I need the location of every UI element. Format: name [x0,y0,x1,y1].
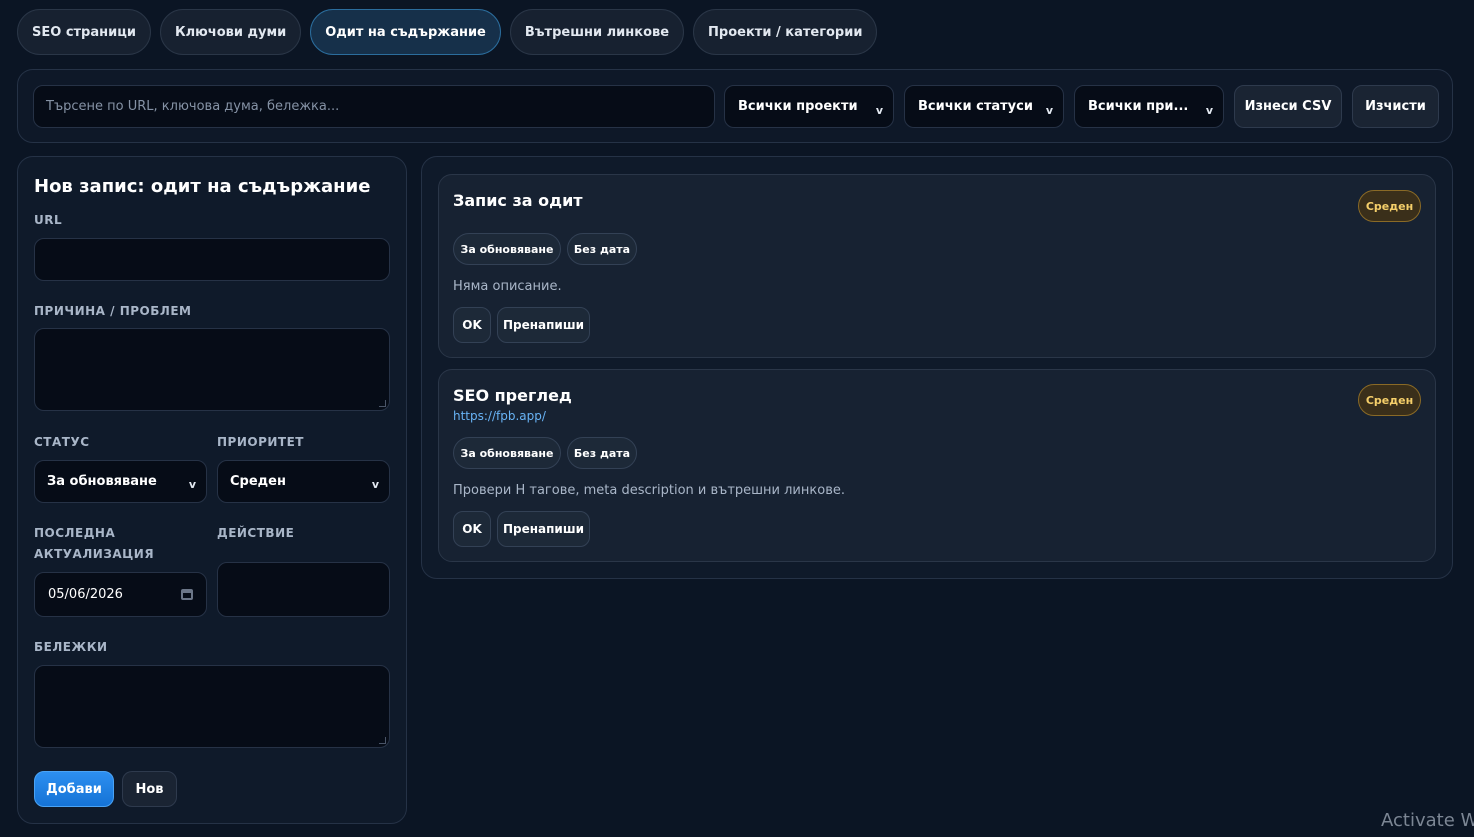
chevron-down-icon: v [371,478,379,491]
action-field[interactable] [217,562,390,617]
project-filter-select[interactable]: Всички проекти v [724,85,894,128]
tab-internal-links[interactable]: Вътрешни линкове [509,9,685,55]
record-description: Няма описание. [453,279,562,294]
rewrite-button[interactable]: Пренапиши [497,511,590,547]
status-filter-select[interactable]: Всички статуси v [904,85,1064,128]
status-select-value: За обновяване [47,474,157,489]
ok-button[interactable]: OK [453,307,491,343]
priority-select[interactable]: Среден v [217,460,390,503]
rewrite-button[interactable]: Пренапиши [497,307,590,343]
section-tabs: SEO страници Ключови думи Одит на съдърж… [17,9,878,55]
priority-badge: Среден [1358,190,1421,222]
url-label: URL [34,213,63,227]
tab-content-audit[interactable]: Одит на съдържание [310,9,501,55]
priority-filter-value: Всички при... [1088,99,1189,114]
export-csv-button[interactable]: Изнеси CSV [1234,85,1342,128]
priority-badge: Среден [1358,384,1421,416]
date-pill: Без дата [567,233,637,265]
tab-projects-categories[interactable]: Проекти / категории [693,9,878,55]
record-description: Провери H тагове, meta description и вът… [453,483,845,498]
priority-filter-select[interactable]: Всички при... v [1074,85,1224,128]
record-title: Запис за одит [453,191,583,210]
date-pill: Без дата [567,437,637,469]
last-update-label-line2: АКТУАЛИЗАЦИЯ [34,547,155,561]
status-label: СТАТУС [34,435,90,449]
status-pill: За обновяване [453,233,561,265]
new-record-form: Нов запис: одит на съдържание URL ПРИЧИН… [17,156,407,824]
chevron-down-icon: v [1205,104,1213,117]
last-update-date-input[interactable]: 05/06/2026 [34,572,207,617]
ok-button[interactable]: OK [453,511,491,547]
chevron-down-icon: v [188,478,196,491]
project-filter-value: Всички проекти [738,99,858,114]
status-select[interactable]: За обновяване v [34,460,207,503]
resize-handle-icon[interactable] [379,400,386,407]
record-card: SEO преглед https://fpb.app/ Среден За о… [438,369,1436,562]
action-label: ДЕЙСТВИЕ [217,526,295,540]
record-url-link[interactable]: https://fpb.app/ [453,409,546,423]
notes-label: БЕЛЕЖКИ [34,640,108,654]
resize-handle-icon[interactable] [379,737,386,744]
last-update-label-line1: ПОСЛЕДНА [34,526,116,540]
status-filter-value: Всички статуси [918,99,1033,114]
record-card: Запис за одит Среден За обновяване Без д… [438,174,1436,358]
reason-label: ПРИЧИНА / ПРОБЛЕМ [34,304,192,318]
calendar-icon[interactable] [181,589,193,600]
clear-filters-button[interactable]: Изчисти [1352,85,1439,128]
records-list: Запис за одит Среден За обновяване Без д… [421,156,1453,579]
search-input[interactable]: Търсене по URL, ключова дума, бележка... [33,85,715,128]
notes-textarea[interactable] [34,665,390,748]
add-button[interactable]: Добави [34,771,114,807]
url-field[interactable] [34,238,390,281]
form-title: Нов запис: одит на съдържание [34,176,371,197]
status-pill: За обновяване [453,437,561,469]
reason-textarea[interactable] [34,328,390,411]
last-update-label: ПОСЛЕДНА АКТУАЛИЗАЦИЯ [34,523,154,565]
priority-label: ПРИОРИТЕТ [217,435,304,449]
tab-keywords[interactable]: Ключови думи [159,9,302,55]
chevron-down-icon: v [1045,104,1053,117]
priority-select-value: Среден [230,474,286,489]
last-update-date-value: 05/06/2026 [48,587,123,602]
chevron-down-icon: v [875,104,883,117]
activate-windows-watermark: Activate W [1381,810,1474,831]
tab-seo-pages[interactable]: SEO страници [17,9,151,55]
filter-bar: Търсене по URL, ключова дума, бележка...… [17,69,1453,143]
record-title: SEO преглед [453,386,572,405]
new-button[interactable]: Нов [122,771,177,807]
